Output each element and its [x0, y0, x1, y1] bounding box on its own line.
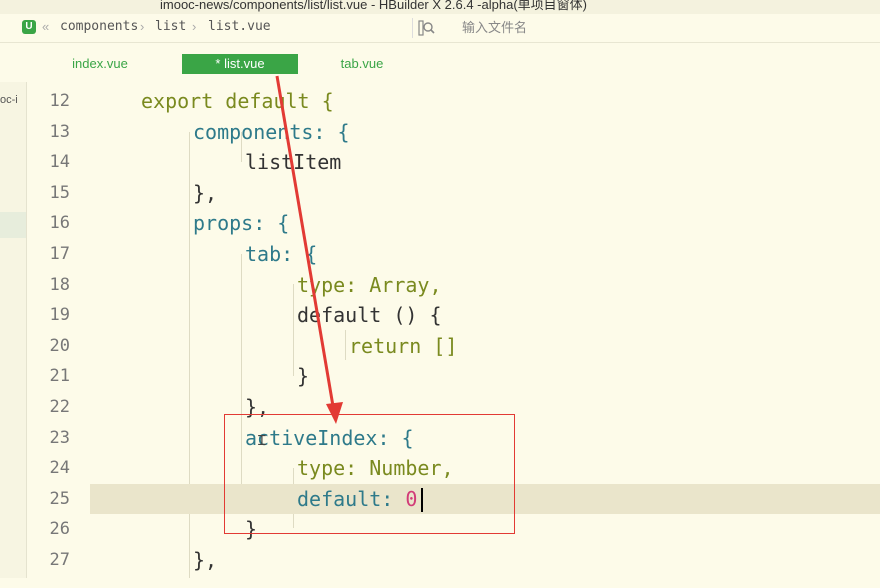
line-number: 19	[49, 305, 70, 326]
breadcrumb-item-list[interactable]: list	[155, 19, 186, 34]
sidebar-project-label[interactable]: oc-i	[0, 94, 18, 106]
sidebar-selected-item[interactable]	[0, 212, 26, 238]
file-search-input[interactable]	[462, 18, 762, 38]
code-line[interactable]: 27 },	[34, 545, 880, 576]
editor-tabs: index.vue * list.vue tab.vue	[0, 42, 880, 82]
line-number: 12	[49, 91, 70, 111]
code-line[interactable]: 12 export default {	[34, 86, 880, 117]
code-text[interactable]: }	[297, 361, 309, 392]
line-number: 18	[49, 274, 70, 295]
search-icon[interactable]	[418, 20, 436, 36]
breadcrumb-separator-icon: ›	[140, 19, 145, 34]
line-number: 24	[49, 458, 70, 479]
window-title-bar: imooc-news/components/list/list.vue - HB…	[0, 0, 880, 14]
code-line[interactable]: 20 return []	[34, 331, 880, 362]
line-number: 27	[49, 550, 70, 570]
line-number: 15	[49, 182, 70, 203]
line-number: 21	[49, 366, 70, 387]
tab-index-vue[interactable]: index.vue	[54, 54, 146, 74]
code-text[interactable]: props: {	[193, 208, 289, 239]
code-line[interactable]: 21 }	[34, 361, 880, 392]
line-number: 16	[49, 213, 70, 234]
annotation-highlight-box	[224, 414, 515, 534]
tab-list-vue[interactable]: * list.vue	[182, 54, 298, 74]
back-chevron-icon[interactable]: «	[42, 19, 49, 34]
code-line[interactable]: 18 type: Array,	[34, 270, 880, 301]
code-line[interactable]: 15 },	[34, 178, 880, 209]
breadcrumb-separator-icon: ›	[192, 19, 197, 34]
code-text[interactable]: },	[193, 545, 217, 576]
line-number: 23	[49, 427, 70, 448]
code-line[interactable]: 13 components: {	[34, 117, 880, 148]
code-line[interactable]: 16 props: {	[34, 208, 880, 239]
code-text[interactable]: },	[193, 178, 217, 209]
tab-tab-vue[interactable]: tab.vue	[320, 54, 404, 74]
code-line[interactable]: 17 tab: {	[34, 239, 880, 270]
project-icon[interactable]: U	[22, 20, 36, 34]
code-text[interactable]: tab: {	[245, 239, 317, 270]
line-number: 26	[49, 519, 70, 540]
code-text[interactable]: default () {	[297, 300, 442, 331]
project-sidebar[interactable]: oc-i	[0, 82, 27, 588]
toolbar: U « components › list › list.vue	[0, 14, 880, 43]
code-text[interactable]: type: Array,	[297, 270, 442, 301]
window-title: imooc-news/components/list/list.vue - HB…	[160, 0, 587, 12]
line-number: 20	[49, 335, 70, 356]
line-number: 25	[49, 488, 70, 509]
line-number: 13	[49, 121, 70, 142]
breadcrumb-item-file[interactable]: list.vue	[208, 19, 271, 34]
code-text[interactable]: export default {	[141, 86, 334, 117]
code-line[interactable]: 14 listItem	[34, 147, 880, 178]
code-line[interactable]: 19 default () {	[34, 300, 880, 331]
line-number: 22	[49, 397, 70, 417]
code-text[interactable]: return []	[349, 331, 457, 362]
toolbar-divider	[412, 18, 413, 38]
code-text[interactable]: listItem	[245, 147, 341, 178]
bottom-edge	[0, 578, 880, 588]
line-number: 17	[49, 244, 70, 264]
code-text[interactable]: components: {	[193, 117, 350, 148]
breadcrumb-item-components[interactable]: components	[60, 19, 138, 34]
line-number: 14	[49, 152, 70, 173]
